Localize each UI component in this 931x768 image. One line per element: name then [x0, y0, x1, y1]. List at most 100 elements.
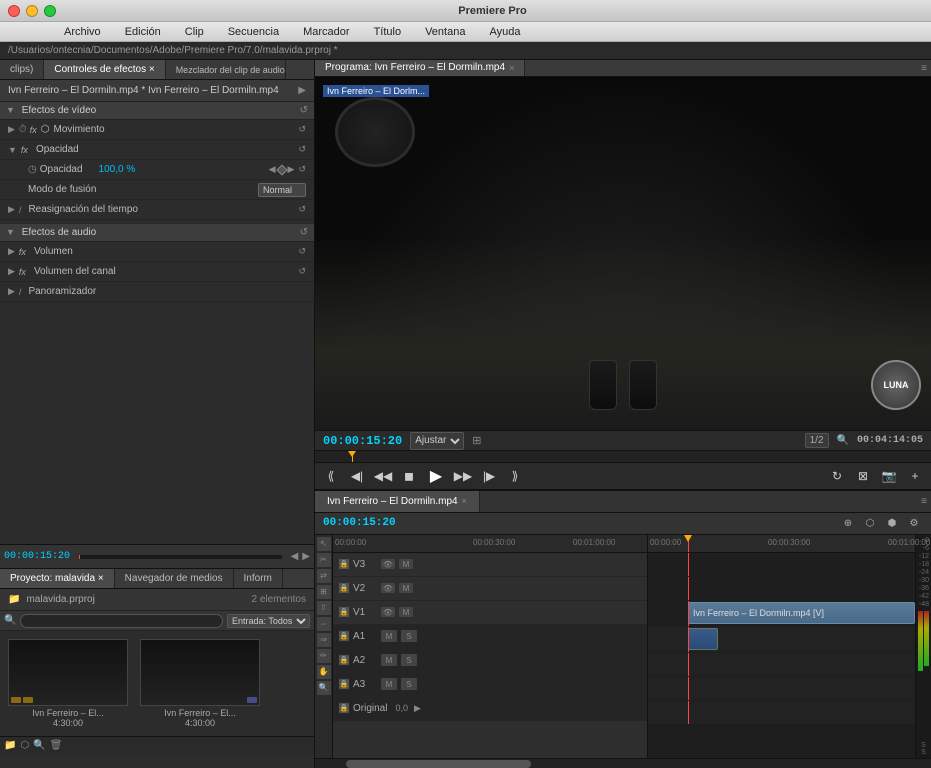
modo-fusion-dropdown[interactable]: Normal [258, 183, 306, 197]
tool-razor[interactable]: ✂ [317, 553, 331, 567]
track-v1-content[interactable]: Ivn Ferreiro – El Dormiln.mp4 [V] [648, 601, 915, 627]
v2-mute[interactable]: M [399, 583, 413, 593]
audio-effects-section[interactable]: ▼ Efectos de audio ↺ [0, 224, 314, 242]
close-button[interactable] [8, 5, 20, 17]
play-reverse-btn[interactable]: ◀◀ [373, 466, 393, 486]
monitor-menu-btn[interactable]: ≡ [921, 63, 927, 74]
menu-ayuda[interactable]: Ayuda [485, 25, 524, 39]
add-marker-btn[interactable]: + [905, 466, 925, 486]
v1-mute[interactable]: M [399, 607, 413, 617]
tab-proyecto[interactable]: Proyecto: malavida × [0, 569, 115, 588]
tab-programa[interactable]: Programa: Ivn Ferreiro – El Dormiln.mp4 … [315, 60, 525, 76]
menu-ventana[interactable]: Ventana [421, 25, 469, 39]
movimiento-expand[interactable]: ⬡ [41, 124, 50, 135]
a1-audio-clip[interactable] [688, 628, 718, 650]
video-section-toggle[interactable]: ▼ [6, 105, 15, 115]
stop-btn[interactable]: ◼ [399, 466, 419, 486]
a1-sync[interactable]: M [381, 630, 397, 642]
find-btn[interactable]: 🔍 [33, 740, 45, 751]
maximize-button[interactable] [44, 5, 56, 17]
tab-navegador[interactable]: Navegador de medios [115, 569, 234, 588]
timeline-ruler-right[interactable]: 00:00:00 00:00:30:00 00:01:00:00 00:01:3… [648, 535, 915, 553]
monitor-scrubbar[interactable] [315, 450, 931, 462]
a3-solo[interactable]: S [401, 678, 417, 690]
media-thumbnail-1[interactable] [8, 639, 128, 706]
add-keyframe-btn[interactable] [276, 164, 287, 175]
tool-zoom[interactable]: 🔍 [317, 681, 331, 695]
a2-lock[interactable]: 🔒 [339, 655, 349, 665]
minimize-button[interactable] [26, 5, 38, 17]
tool-ripple[interactable]: ⇄ [317, 569, 331, 583]
tool-slip[interactable]: ⇔ [317, 617, 331, 631]
media-thumbnail-2[interactable] [140, 639, 260, 706]
tool-roll[interactable]: ⊞ [317, 585, 331, 599]
a3-lock[interactable]: 🔒 [339, 679, 349, 689]
v1-lock[interactable]: 🔒 [339, 607, 349, 617]
export-frame-btn[interactable]: 📷 [879, 466, 899, 486]
timeline-ruler[interactable]: 00:00:00 00:00:30:00 00:01:00:00 [333, 535, 647, 553]
timeline-close[interactable]: × [462, 496, 467, 506]
a2-sync[interactable]: M [381, 654, 397, 666]
tab-timeline[interactable]: Ivn Ferreiro – El Dormiln.mp4 × [315, 491, 480, 512]
tl-add-btn[interactable]: ⊕ [839, 514, 857, 532]
track-original-content[interactable] [648, 701, 915, 725]
shuttle-left-btn[interactable]: ⟪ [321, 466, 341, 486]
track-v2-content[interactable] [648, 577, 915, 601]
new-bin-btn[interactable]: 📁 [4, 740, 16, 751]
opacidad-reset[interactable]: ↺ [298, 144, 306, 155]
v1-video-clip[interactable]: Ivn Ferreiro – El Dormiln.mp4 [V] [688, 602, 915, 624]
audio-section-toggle[interactable]: ▼ [6, 227, 15, 237]
tl-settings-btn[interactable]: ⚙ [905, 514, 923, 532]
tool-pen[interactable]: ✏ [317, 649, 331, 663]
timeline-scrollbar[interactable] [315, 758, 931, 768]
menu-marcador[interactable]: Marcador [299, 25, 353, 39]
v1-toggle[interactable]: 👁 [381, 607, 395, 617]
track-a1-content[interactable] [648, 627, 915, 653]
timeline-scroll-thumb[interactable] [346, 760, 531, 768]
v3-mute[interactable]: M [399, 559, 413, 569]
timeline-timecode[interactable]: 00:00:15:20 [323, 517, 396, 529]
monitor-timecode[interactable]: 00:00:15:20 [323, 434, 402, 448]
tl-lift-btn[interactable]: ⬡ [861, 514, 879, 532]
tl-extract-btn[interactable]: ⬢ [883, 514, 901, 532]
shuttle-right-btn[interactable]: ⟫ [505, 466, 525, 486]
effects-scroll-left[interactable]: ◀ [291, 551, 299, 562]
fast-forward-btn[interactable]: ▶▶ [453, 466, 473, 486]
safe-margins-btn[interactable]: ⊞ [472, 434, 481, 447]
new-item-btn[interactable]: ⬡ [20, 740, 29, 751]
monitor-close[interactable]: × [509, 63, 514, 73]
volumen-reset[interactable]: ↺ [298, 246, 306, 257]
menu-titulo[interactable]: Título [370, 25, 406, 39]
video-effects-section[interactable]: ▼ Efectos de vídeo ↺ [0, 102, 314, 120]
play-btn[interactable]: ▶ [425, 465, 447, 487]
volumen-canal-reset[interactable]: ↺ [298, 266, 306, 277]
menu-archivo[interactable]: Archivo [60, 25, 105, 39]
v2-toggle[interactable]: 👁 [381, 583, 395, 593]
step-forward-btn[interactable]: |▶ [479, 466, 499, 486]
v3-lock[interactable]: 🔒 [339, 559, 349, 569]
opacidad-row-reset[interactable]: ↺ [298, 164, 306, 175]
opacidad-value[interactable]: 100,0 % [99, 164, 136, 175]
tool-hand[interactable]: ✋ [317, 665, 331, 679]
v2-lock[interactable]: 🔒 [339, 583, 349, 593]
reasignacion-reset[interactable]: ↺ [298, 204, 306, 215]
v3-toggle[interactable]: 👁 [381, 559, 395, 569]
menu-secuencia[interactable]: Secuencia [224, 25, 283, 39]
tool-slide[interactable]: ⇒ [317, 633, 331, 647]
opacidad-stopwatch[interactable]: ◷ [28, 164, 37, 175]
movimiento-reset[interactable]: ↺ [298, 124, 306, 135]
delete-btn[interactable]: 🗑 [50, 740, 63, 751]
loop-btn[interactable]: ↻ [827, 466, 847, 486]
tab-mezclador[interactable]: Mezclador del clip de audio: Ivn Ferreir… [166, 60, 286, 79]
a2-solo[interactable]: S [401, 654, 417, 666]
prev-keyframe-btn[interactable]: ◀ [269, 164, 276, 175]
reset-audio-icon[interactable]: ↺ [300, 227, 308, 238]
effects-timeline-scrub[interactable] [78, 554, 283, 560]
tab-inform[interactable]: Inform [234, 569, 283, 588]
track-a2-content[interactable] [648, 653, 915, 677]
zoom-btn[interactable]: 🔍 [837, 435, 849, 446]
a1-solo[interactable]: S [401, 630, 417, 642]
next-keyframe-btn[interactable]: ▶ [288, 164, 295, 175]
movimiento-stopwatch[interactable]: ⏱ [19, 124, 27, 135]
track-a3-content[interactable] [648, 677, 915, 701]
